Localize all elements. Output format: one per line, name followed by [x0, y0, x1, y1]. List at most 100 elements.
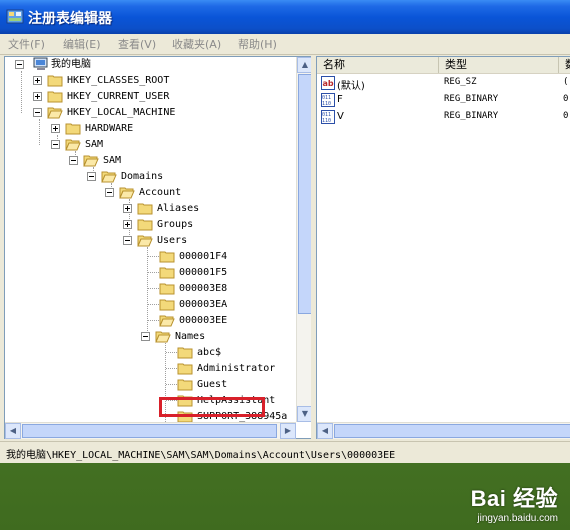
value-data: 0	[563, 111, 569, 121]
tree-guide-line	[148, 272, 159, 273]
tree-item-000003ea[interactable]: 000003EA	[159, 297, 289, 313]
tree-item-hkey-local-machine[interactable]: HKEY_LOCAL_MACHINE	[33, 105, 293, 121]
tree-item-label: 000003EE	[179, 315, 228, 326]
registry-tree-pane[interactable]: 我的电脑 HKEY_CLASSES_ROOT HKEY_CURRENT_USER…	[4, 56, 313, 439]
value-name: (默认)	[337, 81, 365, 92]
folder-icon	[177, 363, 193, 375]
tree-item-label: abc$	[197, 347, 222, 358]
tree-item-users[interactable]: Users	[123, 233, 283, 249]
column-type[interactable]: 类型	[439, 57, 559, 73]
tree-item-label: Groups	[157, 219, 194, 230]
tree-item-groups[interactable]: Groups	[123, 217, 283, 233]
tree-item-account[interactable]: Account	[105, 185, 285, 201]
menu-view[interactable]: 查看(V)	[118, 36, 156, 52]
scroll-left-icon[interactable]: ◀	[5, 423, 21, 439]
tree-item-administrator[interactable]: Administrator	[177, 361, 295, 377]
collapse-icon[interactable]	[51, 140, 60, 149]
tree-guide-line	[148, 320, 159, 321]
menu-file[interactable]: 文件(F)	[8, 36, 45, 52]
regedit-icon	[6, 9, 24, 24]
string-value-icon: ab	[321, 76, 335, 90]
list-item[interactable]: 011 110 V REG_BINARY 0	[317, 109, 570, 125]
folder-icon	[159, 251, 175, 263]
tree-item-000003ee[interactable]: 000003EE	[159, 313, 289, 329]
collapse-icon[interactable]	[15, 60, 24, 69]
expand-icon[interactable]	[123, 204, 132, 213]
tree-item-sam-sub[interactable]: SAM	[69, 153, 289, 169]
folder-icon	[177, 347, 193, 359]
folder-icon	[159, 283, 175, 295]
tree-guide-line	[39, 119, 40, 145]
collapse-icon[interactable]	[141, 332, 150, 341]
tree-item-domains[interactable]: Domains	[87, 169, 287, 185]
collapse-icon[interactable]	[123, 236, 132, 245]
tree-item-aliases[interactable]: Aliases	[123, 201, 283, 217]
scroll-left-icon[interactable]: ◀	[317, 423, 333, 439]
title-bar[interactable]: 注册表编辑器	[0, 0, 570, 34]
column-data[interactable]: 数	[559, 57, 570, 73]
tree-item-hkey-current-user[interactable]: HKEY_CURRENT_USER	[33, 89, 293, 105]
list-horizontal-scrollbar[interactable]: ◀	[317, 422, 570, 439]
values-list-pane[interactable]: 名称 类型 数 ab (默认) REG_SZ ( 011 110 F REG_B…	[316, 56, 570, 439]
scrollbar-thumb[interactable]	[298, 74, 312, 314]
tree-item-label: Administrator	[197, 363, 276, 374]
tree-item-label: 000003EA	[179, 299, 228, 310]
tree-item-hardware[interactable]: HARDWARE	[51, 121, 291, 137]
tree-item-label: HARDWARE	[85, 123, 134, 134]
tree-item-abc[interactable]: abc$	[177, 345, 295, 361]
tree-item-000001f5[interactable]: 000001F5	[159, 265, 289, 281]
open-folder-icon	[159, 315, 175, 327]
expand-icon[interactable]	[33, 92, 42, 101]
expand-icon[interactable]	[123, 220, 132, 229]
folder-icon	[177, 379, 193, 391]
tree-item-hkey-classes-root[interactable]: HKEY_CLASSES_ROOT	[33, 73, 293, 89]
tree-item-label: 000001F5	[179, 267, 228, 278]
tree-item-label: Names	[175, 331, 206, 342]
tree-item-my-computer[interactable]: 我的电脑	[15, 57, 295, 73]
tree-item-label: SAM	[103, 155, 122, 166]
scroll-right-icon[interactable]: ▶	[280, 423, 296, 439]
expand-icon[interactable]	[51, 124, 60, 133]
svg-text:110: 110	[322, 118, 331, 124]
computer-icon	[33, 57, 48, 70]
watermark-brand: Bai 经验	[470, 486, 558, 511]
tree-view: 我的电脑 HKEY_CLASSES_ROOT HKEY_CURRENT_USER…	[5, 57, 296, 422]
scrollbar-thumb[interactable]	[334, 424, 570, 438]
open-folder-icon	[47, 107, 63, 119]
tree-item-label: Domains	[121, 171, 164, 182]
folder-icon	[159, 267, 175, 279]
tree-item-label: HKEY_CURRENT_USER	[67, 91, 170, 102]
folder-icon	[159, 299, 175, 311]
collapse-icon[interactable]	[87, 172, 96, 181]
tree-item-label: SAM	[85, 139, 104, 150]
expand-icon[interactable]	[33, 76, 42, 85]
collapse-icon[interactable]	[69, 156, 78, 165]
tree-item-label: HKEY_LOCAL_MACHINE	[67, 107, 176, 118]
value-type: REG_BINARY	[444, 94, 499, 104]
scrollbar-thumb[interactable]	[22, 424, 277, 438]
list-item[interactable]: ab (默认) REG_SZ (	[317, 75, 570, 92]
tree-item-label: Account	[139, 187, 182, 198]
folder-icon	[137, 219, 153, 231]
tree-item-names[interactable]: Names	[141, 329, 291, 345]
menu-help[interactable]: 帮助(H)	[238, 36, 277, 52]
tree-guide-line	[148, 288, 159, 289]
menu-favorites[interactable]: 收藏夹(A)	[172, 36, 221, 52]
list-item[interactable]: 011 110 F REG_BINARY 0	[317, 92, 570, 108]
tree-item-000003e8[interactable]: 000003E8	[159, 281, 289, 297]
tree-guide-line	[166, 352, 177, 353]
tree-item-label: Guest	[197, 379, 228, 390]
collapse-icon[interactable]	[105, 188, 114, 197]
column-name[interactable]: 名称	[317, 57, 439, 73]
tree-item-000001f4[interactable]: 000001F4	[159, 249, 289, 265]
value-type: REG_SZ	[444, 77, 477, 87]
status-bar: 我的电脑\HKEY_LOCAL_MACHINE\SAM\SAM\Domains\…	[0, 441, 570, 463]
tree-horizontal-scrollbar[interactable]: ◀ ▶	[5, 422, 296, 439]
watermark-url: jingyan.baidu.com	[477, 513, 558, 524]
tree-item-sam[interactable]: SAM	[51, 137, 291, 153]
tree-item-guest[interactable]: Guest	[177, 377, 295, 393]
collapse-icon[interactable]	[33, 108, 42, 117]
menu-edit[interactable]: 编辑(E)	[63, 36, 101, 52]
open-folder-icon	[83, 155, 99, 167]
folder-icon	[47, 75, 63, 87]
